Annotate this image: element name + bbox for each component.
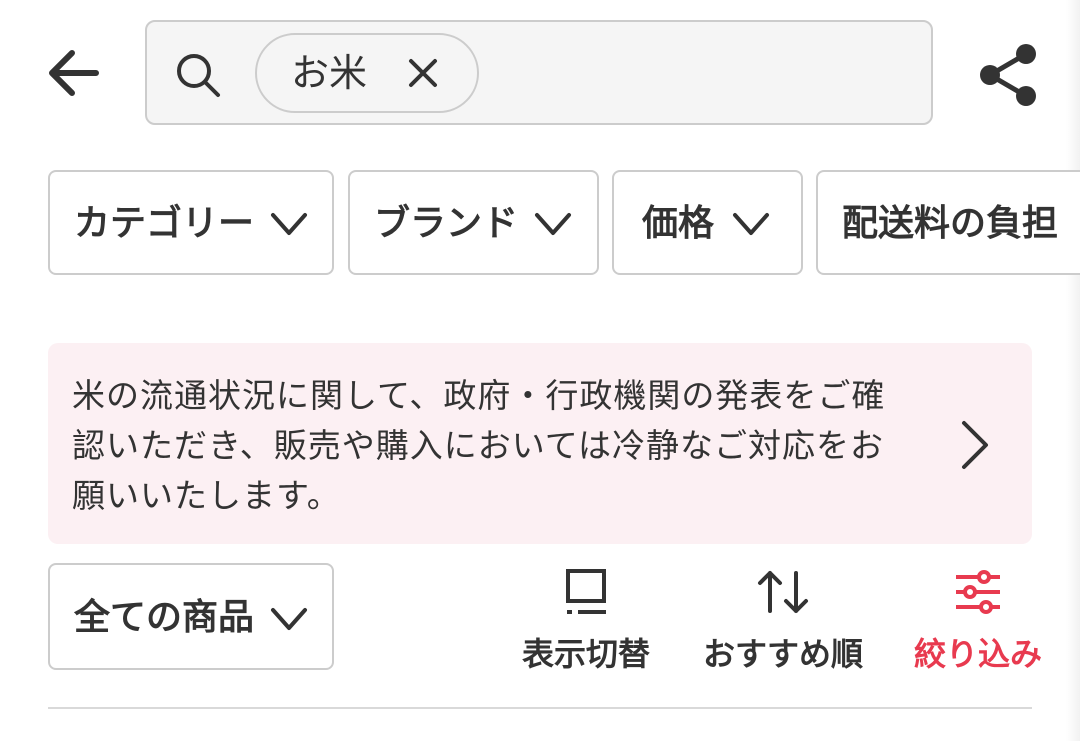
- rice-distribution-notice[interactable]: 米の流通状況に関して、政府・行政機関の発表をご確認いただき、販売や購入においては…: [48, 343, 1032, 544]
- display-list-icon: [566, 569, 606, 614]
- divider: [48, 707, 1032, 709]
- filter-category-dropdown[interactable]: カテゴリー: [48, 170, 334, 275]
- refine-label: 絞り込み: [913, 635, 1042, 673]
- filter-brand-dropdown[interactable]: ブランド: [348, 170, 599, 275]
- chevron-down-icon: [271, 213, 307, 235]
- filter-sliders-icon: [956, 570, 1000, 614]
- search-icon: [177, 54, 220, 97]
- sort-label: おすすめ順: [702, 635, 863, 673]
- share-button[interactable]: [972, 40, 1042, 110]
- filter-brand-label: ブランド: [374, 203, 519, 244]
- filter-price-dropdown[interactable]: 価格: [612, 170, 803, 275]
- refine-button[interactable]: 絞り込み: [906, 563, 1050, 673]
- chevron-down-icon: [733, 213, 769, 235]
- filter-shipping-fee-label: 配送料の負担: [842, 203, 1059, 244]
- share-icon: [980, 44, 1036, 106]
- filter-price-label: 価格: [642, 203, 715, 244]
- notice-text: 米の流通状況に関して、政府・行政機関の発表をご確認いただき、販売や購入においては…: [72, 376, 886, 515]
- filter-category-label: カテゴリー: [74, 203, 255, 244]
- search-bar[interactable]: お米: [145, 20, 933, 125]
- back-button[interactable]: [40, 40, 106, 106]
- chevron-down-icon: [535, 213, 571, 235]
- filter-shipping-fee-dropdown[interactable]: 配送料の負担: [816, 170, 1080, 275]
- product-scope-label: 全ての商品: [74, 597, 255, 638]
- close-icon[interactable]: [403, 53, 443, 93]
- arrow-left-icon: [49, 50, 99, 96]
- sort-arrows-icon: [758, 571, 808, 613]
- chevron-right-icon: [962, 421, 988, 469]
- product-scope-dropdown[interactable]: 全ての商品: [48, 563, 334, 670]
- search-query-chip[interactable]: お米: [255, 33, 479, 113]
- display-toggle-button[interactable]: 表示切替: [516, 563, 656, 673]
- sort-button[interactable]: おすすめ順: [696, 563, 870, 673]
- page-edge-shadow: [1066, 0, 1080, 741]
- display-toggle-label: 表示切替: [521, 635, 650, 673]
- chevron-down-icon: [271, 608, 307, 630]
- search-query-label: お米: [291, 51, 368, 95]
